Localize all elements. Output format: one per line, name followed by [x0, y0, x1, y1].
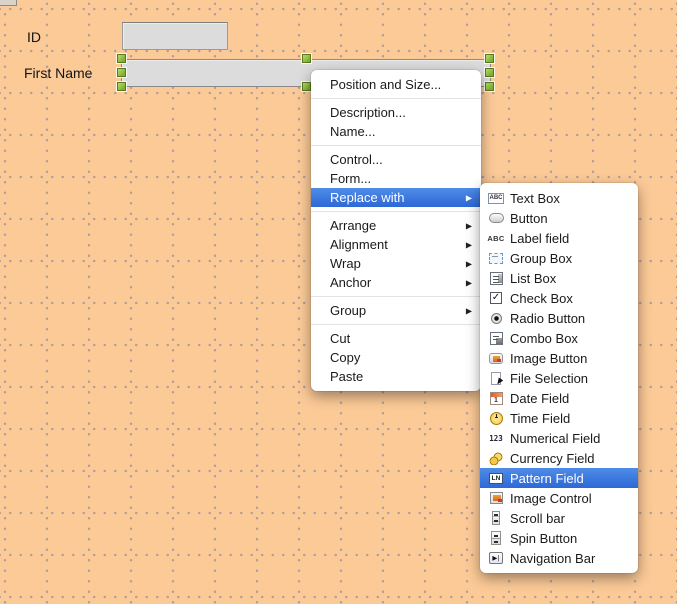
submenu-item-time-field[interactable]: Time Field [480, 408, 638, 428]
submenu-item-navigation-bar[interactable]: ▶| Navigation Bar [480, 548, 638, 568]
radio-button-icon [487, 310, 505, 326]
form-design-canvas: ID First Name Position and Size... Descr… [0, 0, 677, 604]
menu-separator [311, 145, 481, 146]
replace-with-submenu: ABC Text Box Button ABC Label field Grou… [480, 183, 638, 573]
selection-handle-top-right[interactable] [485, 54, 494, 63]
group-box-icon [487, 250, 505, 266]
submenu-item-spin-button[interactable]: Spin Button [480, 528, 638, 548]
submenu-item-image-button[interactable]: Image Button [480, 348, 638, 368]
submenu-item-text-box[interactable]: ABC Text Box [480, 188, 638, 208]
selection-handle-bottom-mid[interactable] [302, 82, 311, 91]
menu-item-name[interactable]: Name... [311, 122, 481, 141]
selection-handle-top-mid[interactable] [302, 54, 311, 63]
navigation-bar-icon: ▶| [487, 550, 505, 566]
selection-handle-mid-right[interactable] [485, 68, 494, 77]
menu-item-control[interactable]: Control... [311, 150, 481, 169]
label-field-icon: ABC [487, 233, 505, 243]
menu-item-alignment[interactable]: Alignment [311, 235, 481, 254]
submenu-item-date-field[interactable]: 1 Date Field [480, 388, 638, 408]
menu-item-copy[interactable]: Copy [311, 348, 481, 367]
menu-item-form[interactable]: Form... [311, 169, 481, 188]
pattern-field-icon: LN [487, 470, 505, 486]
button-icon [487, 210, 505, 226]
id-text-field[interactable] [122, 22, 228, 50]
submenu-item-currency-field[interactable]: Currency Field [480, 448, 638, 468]
submenu-item-group-box[interactable]: Group Box [480, 248, 638, 268]
check-box-icon: ✓ [490, 292, 502, 304]
spin-button-icon [487, 530, 505, 546]
submenu-item-list-box[interactable]: List Box [480, 268, 638, 288]
selection-handle-top-left[interactable] [117, 54, 126, 63]
numerical-field-icon: 123 [489, 433, 503, 443]
submenu-item-image-control[interactable]: Image Control [480, 488, 638, 508]
time-field-icon [487, 410, 505, 426]
menu-item-replace-with[interactable]: Replace with [311, 188, 481, 207]
menu-item-wrap[interactable]: Wrap [311, 254, 481, 273]
menu-separator [311, 296, 481, 297]
submenu-item-file-selection[interactable]: File Selection [480, 368, 638, 388]
menu-item-arrange[interactable]: Arrange [311, 216, 481, 235]
menu-item-anchor[interactable]: Anchor [311, 273, 481, 292]
date-field-icon: 1 [487, 390, 505, 406]
currency-field-icon [487, 450, 505, 466]
submenu-item-pattern-field[interactable]: LN Pattern Field [480, 468, 638, 488]
menu-item-description[interactable]: Description... [311, 103, 481, 122]
menu-separator [311, 211, 481, 212]
id-label: ID [27, 29, 41, 45]
submenu-item-check-box[interactable]: ✓ Check Box [480, 288, 638, 308]
list-box-icon [487, 270, 505, 286]
submenu-item-button[interactable]: Button [480, 208, 638, 228]
image-button-icon [487, 350, 505, 366]
text-box-icon: ABC [487, 190, 505, 206]
context-menu: Position and Size... Description... Name… [311, 70, 481, 391]
selection-handle-bottom-left[interactable] [117, 82, 126, 91]
canvas-corner-handle [0, 0, 17, 6]
menu-item-paste[interactable]: Paste [311, 367, 481, 386]
menu-separator [311, 98, 481, 99]
submenu-item-scroll-bar[interactable]: Scroll bar [480, 508, 638, 528]
menu-item-position-and-size[interactable]: Position and Size... [311, 75, 481, 94]
submenu-item-label-field[interactable]: ABC Label field [480, 228, 638, 248]
scroll-bar-icon [487, 510, 505, 526]
combo-box-icon [487, 330, 505, 346]
image-control-icon [487, 490, 505, 506]
menu-separator [311, 324, 481, 325]
selection-handle-mid-left[interactable] [117, 68, 126, 77]
submenu-item-combo-box[interactable]: Combo Box [480, 328, 638, 348]
submenu-item-radio-button[interactable]: Radio Button [480, 308, 638, 328]
first-name-label: First Name [24, 65, 93, 81]
menu-item-group[interactable]: Group [311, 301, 481, 320]
selection-handle-bottom-right[interactable] [485, 82, 494, 91]
file-selection-icon [487, 370, 505, 386]
menu-item-cut[interactable]: Cut [311, 329, 481, 348]
submenu-item-numerical-field[interactable]: 123 Numerical Field [480, 428, 638, 448]
